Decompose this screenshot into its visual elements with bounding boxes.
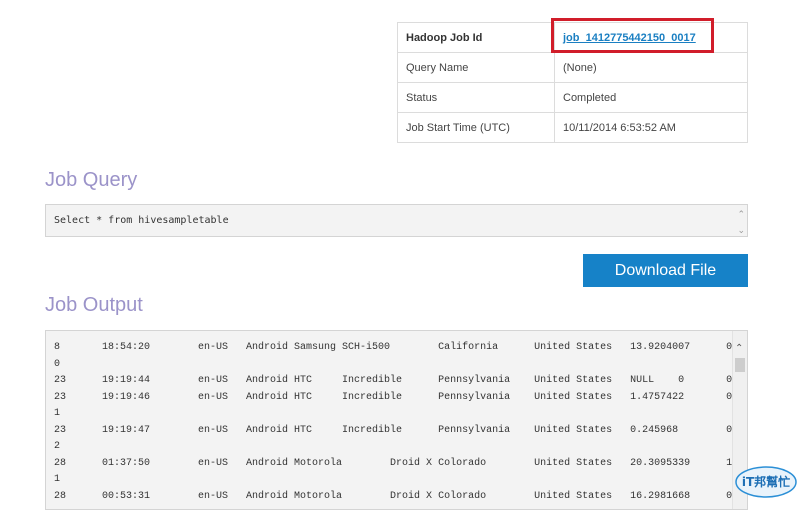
scroll-down-icon[interactable]: ⌄ (737, 225, 745, 235)
job-id-label: Hadoop Job Id (397, 22, 555, 53)
job-output-title: Job Output (45, 294, 143, 316)
query-name-label: Query Name (397, 52, 555, 83)
job-query-text: Select * from hivesampletable (54, 215, 229, 226)
status-row: Status Completed (397, 82, 748, 113)
start-time-row: Job Start Time (UTC) 10/11/2014 6:53:52 … (397, 112, 748, 143)
job-id-highlight (551, 18, 714, 53)
query-name-row: Query Name (None) (397, 52, 748, 83)
start-time-label: Job Start Time (UTC) (397, 112, 555, 143)
download-file-button[interactable]: Download File (583, 254, 748, 287)
watermark-logo: iT邦幫忙 (735, 466, 797, 498)
watermark-text: iT邦幫忙 (742, 474, 790, 489)
query-name-value: (None) (554, 52, 748, 83)
scrollbar-thumb[interactable] (735, 358, 745, 372)
job-query-title: Job Query (45, 169, 138, 191)
status-value: Completed (554, 82, 748, 113)
scroll-up-icon[interactable]: ⌃ (735, 343, 743, 354)
start-time-value: 10/11/2014 6:53:52 AM (554, 112, 748, 143)
job-output-text: 8 18:54:20 en-US Android Samsung SCH-i50… (54, 342, 733, 502)
scroll-up-icon[interactable]: ⌃ (737, 209, 745, 219)
job-query-textarea[interactable]: Select * from hivesampletable ⌃ ⌄ (45, 204, 748, 237)
status-label: Status (397, 82, 555, 113)
job-output-textarea[interactable]: 8 18:54:20 en-US Android Samsung SCH-i50… (45, 330, 748, 510)
